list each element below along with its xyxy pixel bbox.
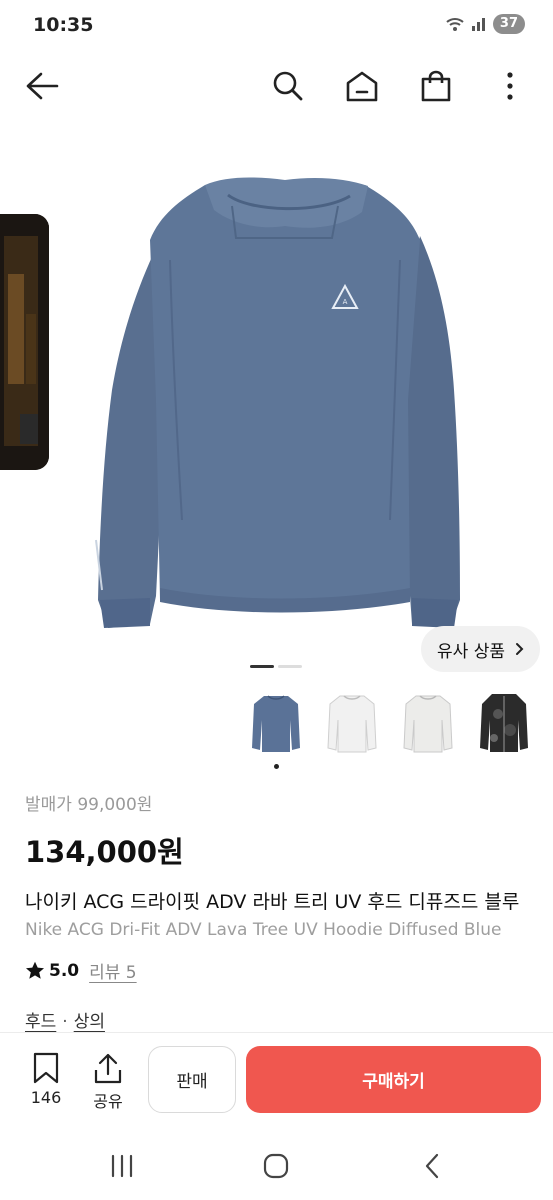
pager-dot (278, 665, 302, 668)
product-image-gallery[interactable]: A (0, 120, 553, 680)
bookmark-icon (33, 1052, 59, 1084)
thumbnail-selected-indicator (274, 764, 279, 769)
signal-icon (471, 18, 485, 31)
system-nav-bar (0, 1130, 553, 1200)
thumbnail-blue-hoodie[interactable] (248, 688, 304, 758)
variant-thumbnails (248, 688, 532, 758)
original-price: 발매가 99,000원 (25, 795, 153, 815)
back-system-button[interactable] (408, 1146, 456, 1186)
more-button[interactable] (486, 62, 534, 110)
search-button[interactable] (264, 62, 312, 110)
thumbnail-white-hoodie-2[interactable] (400, 688, 456, 758)
home-system-button[interactable] (252, 1146, 300, 1186)
pager-dot-active (250, 665, 274, 668)
divider (0, 1032, 553, 1033)
battery-badge: 37 (492, 14, 525, 34)
category-link-hood[interactable]: 후드 (25, 1012, 56, 1032)
category-separator: · (62, 1012, 68, 1032)
thumbnail-image (480, 694, 528, 752)
product-info: 발매가 99,000원 134,000원 나이키 ACG 드라이핏 ADV 라바… (25, 790, 545, 1032)
thumbnail-image (252, 695, 300, 752)
back-arrow-icon (26, 72, 59, 100)
recent-apps-icon (111, 1154, 133, 1178)
share-label: 공유 (93, 1092, 123, 1111)
similar-products-button[interactable]: 유사 상품 (421, 626, 540, 672)
recent-apps-button[interactable] (98, 1146, 146, 1186)
category-link-top[interactable]: 상의 (74, 1012, 105, 1032)
shopping-bag-icon (421, 70, 451, 102)
product-image: A (95, 177, 460, 628)
svg-text:A: A (343, 298, 348, 306)
home-icon (346, 71, 378, 102)
thumbnail-black-camo-jacket[interactable] (476, 688, 532, 758)
thumbnail-image (403, 695, 453, 753)
video-thumbnail (0, 214, 49, 470)
product-title-ko: 나이키 ACG 드라이핏 ADV 라바 트리 UV 후드 디퓨즈드 블루 (25, 891, 520, 913)
rating-row: 5.0 리뷰 5 (25, 958, 545, 983)
back-button[interactable] (18, 62, 66, 110)
category-row: 후드 · 상의 (25, 1007, 545, 1032)
chevron-right-icon (516, 643, 524, 655)
buy-button[interactable]: 구매하기 (246, 1046, 541, 1113)
cart-button[interactable] (412, 62, 460, 110)
rating-score: 5.0 (49, 960, 80, 981)
wifi-icon (446, 18, 464, 31)
gallery-pager (250, 665, 302, 668)
star-icon (26, 961, 44, 979)
review-link[interactable]: 리뷰 5 (89, 958, 137, 983)
price: 134,000원 (25, 835, 184, 869)
sell-button[interactable]: 판매 (148, 1046, 236, 1113)
back-chevron-icon (425, 1153, 439, 1179)
video-pip[interactable] (0, 214, 49, 470)
status-time: 10:35 (33, 14, 94, 36)
top-nav (0, 58, 553, 114)
product-title-en: Nike ACG Dri-Fit ADV Lava Tree UV Hoodie… (25, 920, 502, 940)
more-vertical-icon (507, 72, 513, 100)
home-circle-icon (263, 1153, 289, 1179)
status-bar: 10:35 37 (0, 0, 553, 52)
bookmark-count: 146 (30, 1088, 62, 1107)
share-button[interactable]: 공유 (86, 1052, 130, 1112)
share-icon (94, 1053, 122, 1084)
search-icon (273, 71, 303, 101)
bottom-action-bar: 146 공유 판매 구매하기 (0, 1040, 553, 1120)
thumbnail-image (327, 695, 377, 753)
home-button[interactable] (338, 62, 386, 110)
thumbnail-white-hoodie[interactable] (324, 688, 380, 758)
bookmark-button[interactable]: 146 (24, 1052, 68, 1107)
status-icons: 37 (445, 14, 525, 34)
similar-products-label: 유사 상품 (437, 641, 505, 662)
